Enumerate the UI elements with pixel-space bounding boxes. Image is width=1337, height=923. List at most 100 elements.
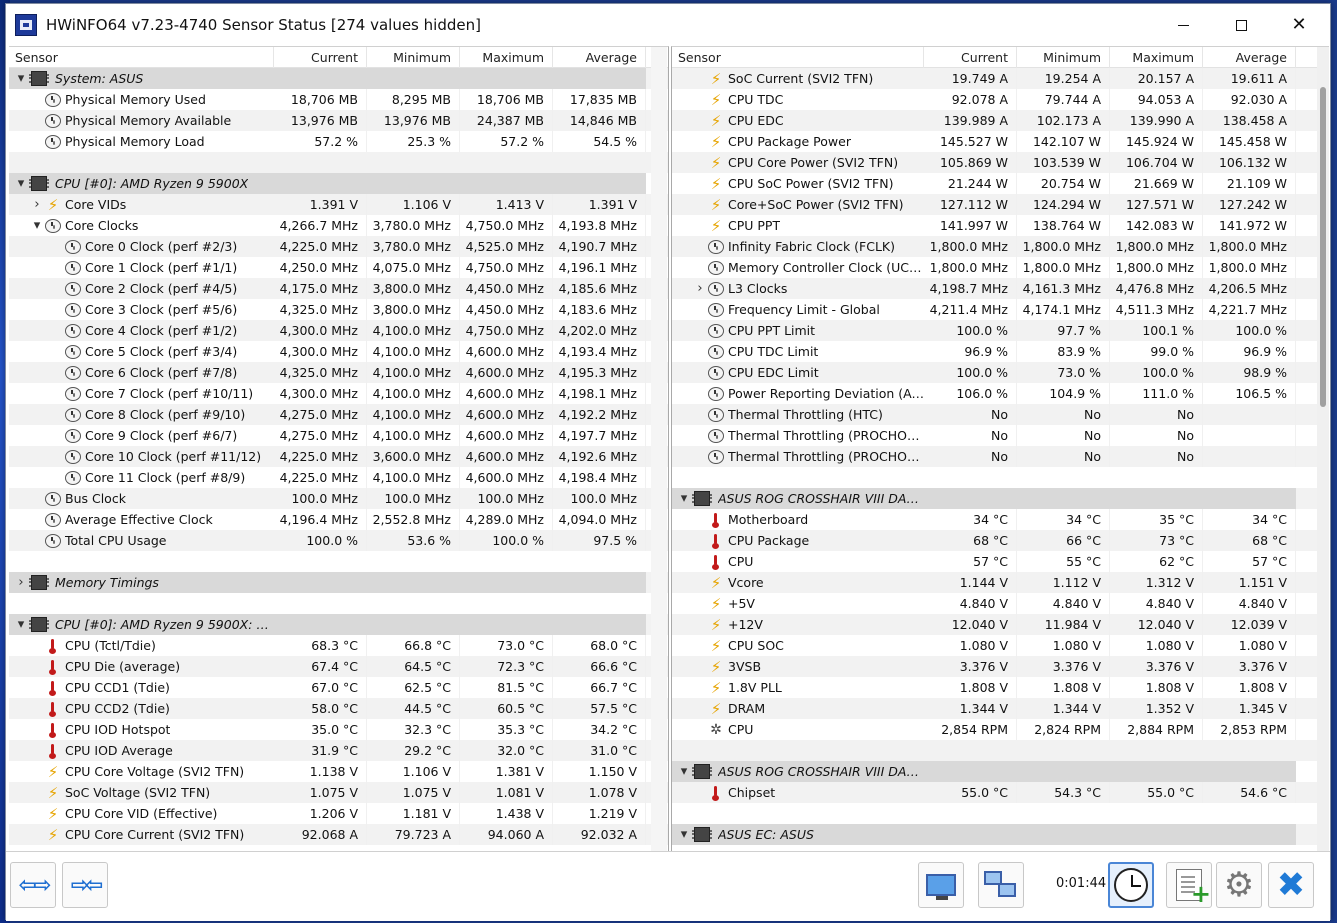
- left-sensor-pane[interactable]: Sensor Current Minimum Maximum Average ▾…: [9, 46, 669, 851]
- sensor-row[interactable]: ⚡ CPU Core VID (Effective) 1.206 V 1.181 V1…: [9, 803, 668, 824]
- sensor-row[interactable]: Memory Controller Clock (UCLK) 1,800.0 MH…: [672, 257, 1329, 278]
- sensor-row[interactable]: Physical Memory Load 57.2 % 25.3 % 57.2 % 54…: [9, 131, 668, 152]
- sensor-row[interactable]: Thermal Throttling (PROCHOT CP... No No No: [672, 425, 1329, 446]
- sensor-row[interactable]: Core 6 Clock (perf #7/8) 4,325.0 MHz 4,100…: [9, 362, 668, 383]
- sensor-row[interactable]: › ⚡ Core VIDs 1.391 V 1.106 V 1.413 V 1.391 V: [9, 194, 668, 215]
- maximum-column-header[interactable]: Maximum: [460, 47, 553, 68]
- network-button[interactable]: [978, 862, 1024, 908]
- sensor-row[interactable]: ⚡ CPU Core Power (SVI2 TFN) 105.869 W 103.5…: [672, 152, 1329, 173]
- sensor-column-header[interactable]: Sensor: [9, 47, 274, 68]
- monitor-report-button[interactable]: [918, 862, 964, 908]
- sensor-row[interactable]: CPU PPT Limit 100.0 % 97.7 % 100.1 % 100.0 %: [672, 320, 1329, 341]
- close-sensors-button[interactable]: ✖: [1268, 862, 1314, 908]
- sensor-row[interactable]: Core 11 Clock (perf #8/9) 4,225.0 MHz 4,10…: [9, 467, 668, 488]
- sensor-row[interactable]: Chipset 55.0 °C 54.3 °C 55.0 °C 54.6 °C: [672, 782, 1329, 803]
- sensor-row[interactable]: CPU CCD1 (Tdie) 67.0 °C 62.5 °C 81.5 °C 66.7…: [9, 677, 668, 698]
- right-sensor-pane[interactable]: Sensor Current Minimum Maximum Average ⚡…: [671, 46, 1329, 851]
- sensor-row[interactable]: ⚡ CPU SoC Power (SVI2 TFN) 21.244 W 20.754 …: [672, 173, 1329, 194]
- logging-button[interactable]: [1166, 862, 1212, 908]
- sensor-row[interactable]: ⚡ 3VSB 3.376 V 3.376 V 3.376 V 3.376 V: [672, 656, 1329, 677]
- sensor-row[interactable]: CPU Die (average) 67.4 °C 64.5 °C 72.3 °C 66…: [9, 656, 668, 677]
- right-scrollbar[interactable]: [1317, 47, 1329, 851]
- sensor-row[interactable]: Average Effective Clock 4,196.4 MHz 2,552.…: [9, 509, 668, 530]
- sensor-row[interactable]: Core 4 Clock (perf #1/2) 4,300.0 MHz 4,100…: [9, 320, 668, 341]
- expand-chevron-icon[interactable]: ›: [29, 194, 45, 215]
- sensor-row[interactable]: ⚡ CPU SOC 1.080 V 1.080 V 1.080 V 1.080 V: [672, 635, 1329, 656]
- collapse-chevron-icon[interactable]: ▾: [13, 173, 29, 194]
- sensor-group-row[interactable]: ▾ ASUS ROG CROSSHAIR VIII DAR...: [672, 761, 1329, 782]
- current-column-header[interactable]: Current: [924, 47, 1017, 68]
- sensor-row[interactable]: ⚡ SoC Voltage (SVI2 TFN) 1.075 V 1.075 V 1.0…: [9, 782, 668, 803]
- sensor-row[interactable]: Core 5 Clock (perf #3/4) 4,300.0 MHz 4,100…: [9, 341, 668, 362]
- sensor-row[interactable]: ⚡ CPU Package Power 145.527 W 142.107 W 145.…: [672, 131, 1329, 152]
- sensor-row[interactable]: Power Reporting Deviation (Accur...106.0…: [672, 383, 1329, 404]
- left-scrollbar[interactable]: [651, 47, 667, 851]
- sensor-row[interactable]: ⚡ Core+SoC Power (SVI2 TFN) 127.112 W 124.2…: [672, 194, 1329, 215]
- sensor-row[interactable]: Motherboard 34 °C 34 °C 35 °C 34 °C: [672, 509, 1329, 530]
- sensor-row[interactable]: Physical Memory Used 18,706 MB 8,295 MB 18,…: [9, 89, 668, 110]
- sensor-row[interactable]: ▾ Core Clocks 4,266.7 MHz 3,780.0 MHz 4,750.…: [9, 215, 668, 236]
- sensor-row[interactable]: Frequency Limit - Global 4,211.4 MHz 4,174…: [672, 299, 1329, 320]
- sensor-row[interactable]: ⚡ CPU PPT 141.997 W 138.764 W 142.083 W 141.9…: [672, 215, 1329, 236]
- sensor-row[interactable]: Total CPU Usage 100.0 % 53.6 % 100.0 % 97.5 …: [9, 530, 668, 551]
- sensor-row[interactable]: ⚡ DRAM 1.344 V 1.344 V 1.352 V 1.345 V: [672, 698, 1329, 719]
- sensor-row[interactable]: CPU (Tctl/Tdie) 68.3 °C 66.8 °C 73.0 °C 68.0…: [9, 635, 668, 656]
- minimum-column-header[interactable]: Minimum: [1017, 47, 1110, 68]
- sensor-row[interactable]: CPU CCD2 (Tdie) 58.0 °C 44.5 °C 60.5 °C 57.5…: [9, 698, 668, 719]
- settings-button[interactable]: ⚙: [1216, 862, 1262, 908]
- scrollbar-thumb[interactable]: [1320, 87, 1326, 407]
- sensor-row[interactable]: ⚡ SoC Current (SVI2 TFN) 19.749 A 19.254 A2…: [672, 68, 1329, 89]
- average-column-header[interactable]: Average: [553, 47, 646, 68]
- sensor-row[interactable]: CPU 57 °C 55 °C 62 °C 57 °C: [672, 551, 1329, 572]
- collapse-chevron-icon[interactable]: ▾: [13, 614, 29, 635]
- sensor-row[interactable]: ⚡ CPU TDC 92.078 A 79.744 A 94.053 A 92.030 A: [672, 89, 1329, 110]
- sensor-row[interactable]: CPU TDC Limit 96.9 % 83.9 % 99.0 % 96.9 %: [672, 341, 1329, 362]
- sensor-row[interactable]: Thermal Throttling (HTC) No No No: [672, 404, 1329, 425]
- sensor-row[interactable]: ⚡ +12V 12.040 V 11.984 V 12.040 V 12.039 V: [672, 614, 1329, 635]
- sensor-group-row[interactable]: › Memory Timings: [9, 572, 668, 593]
- sensor-group-row[interactable]: ▾ ASUS EC: ASUS: [672, 824, 1329, 845]
- sensor-group-row[interactable]: ▾ CPU [#0]: AMD Ryzen 9 5900X: [9, 173, 668, 194]
- collapse-chevron-icon[interactable]: ▾: [29, 215, 45, 236]
- expand-chevron-icon[interactable]: ›: [692, 278, 708, 299]
- sensor-row[interactable]: Core 9 Clock (perf #6/7) 4,275.0 MHz 4,100…: [9, 425, 668, 446]
- sensor-row[interactable]: ⚡ +5V 4.840 V 4.840 V 4.840 V 4.840 V: [672, 593, 1329, 614]
- expand-chevron-icon[interactable]: ›: [13, 572, 29, 593]
- sensor-row[interactable]: Core 1 Clock (perf #1/1) 4,250.0 MHz 4,075…: [9, 257, 668, 278]
- minimum-column-header[interactable]: Minimum: [367, 47, 460, 68]
- sensor-row[interactable]: Core 2 Clock (perf #4/5) 4,175.0 MHz 3,800…: [9, 278, 668, 299]
- move-panels-together-button[interactable]: ⇨⇦: [62, 862, 108, 908]
- sensor-row[interactable]: Core 8 Clock (perf #9/10) 4,275.0 MHz 4,10…: [9, 404, 668, 425]
- sensor-row[interactable]: ✲ CPU 2,854 RPM 2,824 RPM 2,884 RPM 2,853 RPM: [672, 719, 1329, 740]
- sensor-row[interactable]: ⚡ CPU Core Voltage (SVI2 TFN) 1.138 V 1.106…: [9, 761, 668, 782]
- sensor-group-row[interactable]: ▾ CPU [#0]: AMD Ryzen 9 5900X: En...: [9, 614, 668, 635]
- sensor-group-row[interactable]: ▾ System: ASUS: [9, 68, 668, 89]
- sensor-row[interactable]: ⚡ CPU Core Current (SVI2 TFN) 92.068 A 79.7…: [9, 824, 668, 845]
- sensor-row[interactable]: CPU IOD Hotspot 35.0 °C 32.3 °C 35.3 °C 34.2…: [9, 719, 668, 740]
- sensor-row[interactable]: Core 7 Clock (perf #10/11) 4,300.0 MHz 4,1…: [9, 383, 668, 404]
- sensor-row[interactable]: Core 3 Clock (perf #5/6) 4,325.0 MHz 3,800…: [9, 299, 668, 320]
- sensor-row[interactable]: ⚡ CPU EDC 139.989 A 102.173 A 139.990 A 138.4…: [672, 110, 1329, 131]
- sensor-row[interactable]: Core 0 Clock (perf #2/3) 4,225.0 MHz 3,780…: [9, 236, 668, 257]
- current-column-header[interactable]: Current: [274, 47, 367, 68]
- collapse-chevron-icon[interactable]: ▾: [676, 488, 692, 509]
- average-column-header[interactable]: Average: [1203, 47, 1296, 68]
- sensor-row[interactable]: ⚡ 1.8V PLL 1.808 V 1.808 V 1.808 V 1.808 V: [672, 677, 1329, 698]
- maximize-button[interactable]: [1212, 4, 1270, 46]
- sensor-row[interactable]: › L3 Clocks 4,198.7 MHz 4,161.3 MHz 4,476.8 …: [672, 278, 1329, 299]
- maximum-column-header[interactable]: Maximum: [1110, 47, 1203, 68]
- sensor-row[interactable]: CPU EDC Limit 100.0 % 73.0 % 100.0 % 98.9 %: [672, 362, 1329, 383]
- collapse-chevron-icon[interactable]: ▾: [676, 824, 692, 845]
- sensor-row[interactable]: ⚡ Vcore 1.144 V 1.112 V 1.312 V 1.151 V: [672, 572, 1329, 593]
- collapse-chevron-icon[interactable]: ▾: [13, 68, 29, 89]
- sensor-row[interactable]: Infinity Fabric Clock (FCLK) 1,800.0 MHz 1…: [672, 236, 1329, 257]
- sensor-row[interactable]: Core 10 Clock (perf #11/12) 4,225.0 MHz 3,…: [9, 446, 668, 467]
- sensor-column-header[interactable]: Sensor: [672, 47, 924, 68]
- sensor-row[interactable]: CPU IOD Average 31.9 °C 29.2 °C 32.0 °C 31.0…: [9, 740, 668, 761]
- minimize-button[interactable]: [1154, 4, 1212, 46]
- sensor-row[interactable]: Bus Clock 100.0 MHz 100.0 MHz 100.0 MHz 100.…: [9, 488, 668, 509]
- collapse-chevron-icon[interactable]: ▾: [676, 761, 692, 782]
- sensor-row[interactable]: CPU Package 68 °C 66 °C 73 °C 68 °C: [672, 530, 1329, 551]
- sensor-row[interactable]: Thermal Throttling (PROCHOT EX...NoNoNo: [672, 446, 1329, 467]
- move-panels-left-right-button[interactable]: ⇦⇨: [10, 862, 56, 908]
